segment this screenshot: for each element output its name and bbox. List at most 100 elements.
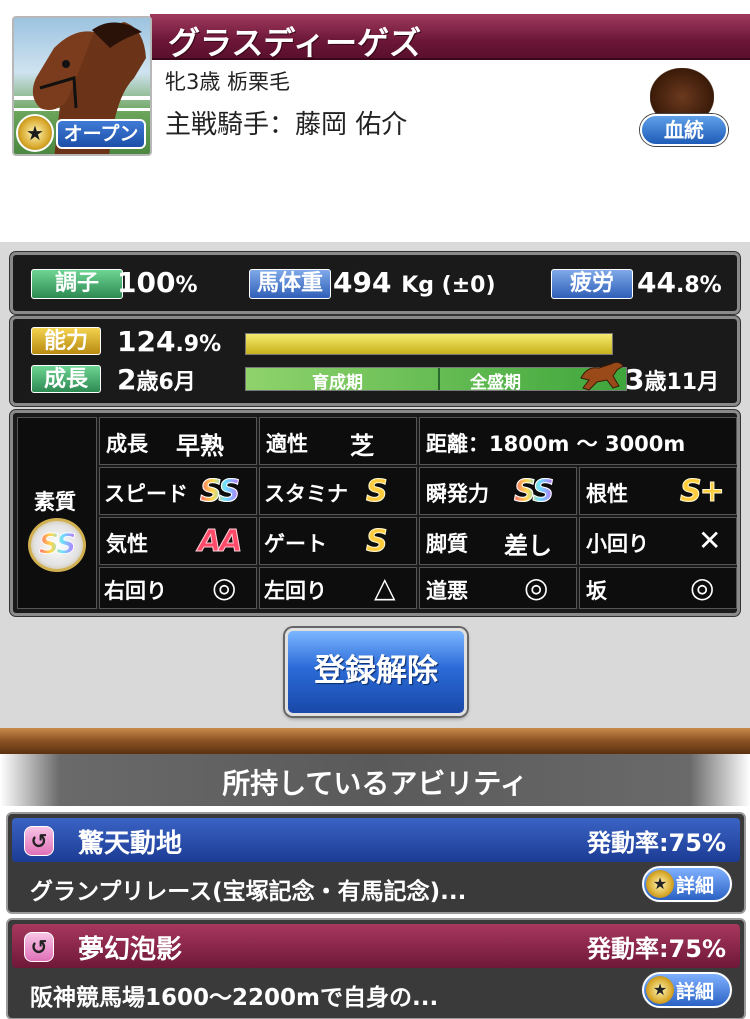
- ability-detail-button[interactable]: ★ 詳細: [642, 866, 732, 902]
- wood-divider: [0, 728, 750, 754]
- weight-unit: Kg (±0): [401, 273, 496, 298]
- phase-2-label: 全盛期: [470, 373, 521, 393]
- trait-burst-grade: SS: [513, 474, 554, 510]
- condition-value: 100%: [117, 266, 198, 299]
- trait-guts-cell: 根性 S+: [579, 467, 737, 515]
- ability-tag: 能力: [31, 327, 101, 355]
- double-circle-icon: ◎: [524, 571, 549, 604]
- fatigue-number: 44: [637, 266, 676, 299]
- ability-panel: 能力 124.9% 成長 2歳6月 育成期 全盛期 3歳11月: [10, 316, 740, 406]
- condition-number: 100: [117, 266, 176, 299]
- trait-gate-grade: S: [366, 524, 389, 560]
- trait-slope-cell: 坂 ◎: [579, 567, 737, 609]
- ability-detail-label: 詳細: [676, 875, 715, 897]
- trait-growth-label: 成長: [106, 432, 148, 456]
- age-now-suffix: 歳6月: [136, 370, 196, 395]
- trait-slope-label: 坂: [586, 579, 607, 603]
- trait-speed-label: スピード: [104, 482, 188, 506]
- ability-description: グランプリレース(宝塚記念・有馬記念)...: [30, 879, 467, 905]
- star-icon: ★: [646, 976, 674, 1004]
- abilities-header: 所持しているアビリティ: [0, 754, 750, 806]
- trait-right-turn-cell: 右回り ◎: [99, 567, 257, 609]
- ability-number: 124: [117, 325, 176, 358]
- condition-unit: %: [175, 273, 198, 298]
- quality-grade: SS: [38, 527, 76, 561]
- weight-value: 494 Kg (±0): [333, 266, 496, 299]
- age-end-number: 3: [625, 363, 645, 396]
- trait-style-cell: 脚質 差し: [419, 517, 577, 565]
- trait-distance-label: 距離：1800m 〜 3000m: [426, 432, 686, 456]
- trait-wet-track-label: 道悪: [426, 579, 468, 603]
- ability-bar: [245, 333, 613, 355]
- unregister-button[interactable]: 登録解除: [285, 628, 467, 716]
- trait-gate-label: ゲート: [264, 532, 327, 556]
- weight-tag: 馬体重: [249, 269, 331, 299]
- ability-card: ↺ 驚天動地 発動率:75% グランプリレース(宝塚記念・有馬記念)... ★ …: [6, 812, 746, 914]
- jockey-line: 主戦騎手：藤岡 佑介: [165, 110, 408, 140]
- ability-detail-label: 詳細: [676, 981, 715, 1003]
- trait-left-turn-label: 左回り: [264, 579, 327, 603]
- ability-rate: 発動率:75%: [586, 829, 726, 857]
- trait-burst-cell: 瞬発力 SS: [419, 467, 577, 515]
- trait-tight-turn-label: 小回り: [586, 532, 649, 556]
- age-now: 2: [117, 363, 137, 396]
- pedigree-label: 血統: [640, 114, 728, 146]
- trait-speed-grade: SS: [199, 474, 240, 510]
- condition-panel: 調子 100% 馬体重 494 Kg (±0) 疲労 44.8%: [10, 252, 740, 314]
- star-icon: ★: [646, 870, 674, 898]
- ability-card-header: ↺ 驚天動地 発動率:75%: [12, 818, 740, 862]
- rank-star-icon: ★: [16, 114, 54, 152]
- trait-distance-cell: 距離：1800m 〜 3000m: [419, 417, 737, 465]
- age-end: 3歳11月: [625, 363, 719, 396]
- horse-name-bar: グラスディーゲズ: [150, 14, 750, 62]
- ability-name: 驚天動地: [78, 829, 183, 859]
- ability-card-header: ↺ 夢幻泡影 発動率:75%: [12, 924, 740, 968]
- ability-bar-fill: [246, 334, 612, 354]
- trait-guts-grade: S+: [680, 474, 726, 510]
- trait-stamina-cell: スタミナ S: [259, 467, 417, 515]
- condition-tag: 調子: [31, 269, 123, 299]
- double-circle-icon: ◎: [690, 571, 715, 604]
- rank-label: オープン: [56, 119, 146, 149]
- pedigree-button[interactable]: 血統: [640, 68, 728, 150]
- double-circle-icon: ◎: [212, 571, 237, 604]
- growth-tag: 成長: [31, 365, 101, 393]
- trait-stamina-label: スタミナ: [264, 482, 348, 506]
- trait-wet-track-cell: 道悪 ◎: [419, 567, 577, 609]
- quality-label: 素質: [34, 490, 76, 514]
- ability-name: 夢幻泡影: [78, 935, 183, 965]
- trait-gate-cell: ゲート S: [259, 517, 417, 565]
- running-horse-icon: [577, 358, 625, 392]
- quality-badge: SS: [28, 518, 86, 572]
- ability-type-icon: ↺: [24, 932, 54, 962]
- weight-number: 494: [333, 266, 392, 299]
- ability-detail-button[interactable]: ★ 詳細: [642, 972, 732, 1008]
- triangle-icon: △: [374, 571, 396, 604]
- abilities-header-label: 所持しているアビリティ: [222, 767, 528, 800]
- phase-1-label: 育成期: [312, 373, 363, 393]
- age-end-suffix: 歳11月: [644, 370, 720, 395]
- rank-badge: ★ オープン: [16, 114, 148, 152]
- traits-panel: 素質 SS 成長 早熟 適性 芝 距離：1800m 〜 3000m スピード S…: [10, 410, 740, 616]
- trait-growth-cell: 成長 早熟: [99, 417, 257, 465]
- ability-card: ↺ 夢幻泡影 発動率:75% 阪神競馬場1600〜2200mで自身の... ★ …: [6, 918, 746, 1019]
- quality-cell: 素質 SS: [17, 417, 97, 609]
- trait-surface-cell: 適性 芝: [259, 417, 417, 465]
- trait-stamina-grade: S: [366, 474, 389, 510]
- trait-left-turn-cell: 左回り △: [259, 567, 417, 609]
- ability-decimal: .9%: [175, 332, 222, 357]
- fatigue-value: 44.8%: [637, 266, 722, 299]
- ability-rate: 発動率:75%: [586, 935, 726, 963]
- fatigue-tag: 疲労: [551, 269, 633, 299]
- cross-icon: ✕: [698, 524, 722, 557]
- growth-bar: 育成期 全盛期: [245, 361, 627, 393]
- trait-surface-label: 適性: [266, 432, 308, 456]
- trait-speed-cell: スピード SS: [99, 467, 257, 515]
- trait-temper-cell: 気性 AA: [99, 517, 257, 565]
- trait-right-turn-label: 右回り: [104, 579, 167, 603]
- trait-style-label: 脚質: [426, 532, 468, 556]
- fatigue-decimal: .8%: [675, 273, 722, 298]
- horses-icon: [650, 68, 714, 116]
- growth-phase-1: 育成期: [246, 368, 440, 393]
- trait-surface-value: 芝: [350, 432, 374, 460]
